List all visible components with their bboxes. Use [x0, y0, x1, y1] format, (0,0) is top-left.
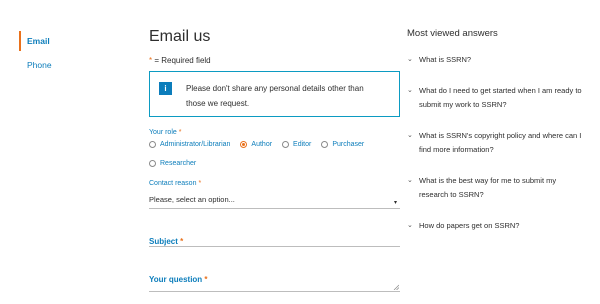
email-form: Email us * = Required field i Please don… [149, 26, 400, 292]
privacy-info-box: i Please don't share any personal detail… [149, 71, 400, 117]
required-star: * [178, 129, 182, 136]
nav-item-email[interactable]: Email [19, 31, 99, 51]
role-radio-editor[interactable]: Editor [282, 141, 311, 148]
radio-label[interactable]: Author [251, 141, 272, 148]
contact-reason-label: Contact reason * [149, 179, 400, 188]
chevron-down-icon[interactable]: ⌄ [407, 129, 419, 157]
role-radio-author[interactable]: Author [240, 141, 272, 148]
role-label: Your role * [149, 128, 400, 137]
contact-reason-value[interactable]: Please, select an option... [149, 195, 235, 204]
privacy-info-message: Please don't share any personal details … [186, 84, 364, 108]
radio-label[interactable]: Administrator/Librarian [160, 141, 230, 148]
faq-item[interactable]: ⌄ What is SSRN? [407, 53, 587, 67]
required-field-note: * = Required field [149, 56, 400, 65]
faq-item[interactable]: ⌄ What do I need to get started when I a… [407, 84, 587, 112]
faq-item-text[interactable]: How do papers get on SSRN? [419, 219, 587, 233]
role-label-text: Your role [149, 129, 177, 136]
radio-circle-icon[interactable] [149, 141, 156, 148]
resize-grip-icon[interactable] [393, 284, 399, 290]
radio-circle-icon[interactable] [149, 160, 156, 167]
required-star: * [180, 237, 184, 246]
faq-item[interactable]: ⌄ What is the best way for me to submit … [407, 174, 587, 202]
page-title: Email us [149, 28, 211, 45]
contact-reason-select[interactable]: Please, select an option... ▾ [149, 193, 400, 209]
faq-item-text[interactable]: What do I need to get started when I am … [419, 84, 587, 112]
required-star: * [198, 180, 202, 187]
radio-circle-icon[interactable] [282, 141, 290, 148]
role-radio-researcher[interactable]: Researcher [149, 160, 196, 167]
faq-item-text[interactable]: What is SSRN? [419, 53, 587, 67]
most-viewed-answers: Most viewed answers ⌄ What is SSRN? ⌄ Wh… [407, 28, 587, 250]
nav-item-phone[interactable]: Phone [19, 51, 99, 75]
subject-field[interactable]: Subject * [149, 231, 400, 247]
required-note-text: = Required field [154, 56, 211, 65]
question-textarea[interactable]: Your question * [149, 269, 400, 292]
info-icon: i [159, 82, 172, 95]
faq-item-text[interactable]: What is the best way for me to submit my… [419, 174, 587, 202]
role-radio-group: Administrator/Librarian Author Editor Pu… [149, 141, 400, 167]
contact-method-nav: Email Phone [19, 31, 99, 75]
faq-item-text[interactable]: What is SSRN's copyright policy and wher… [419, 129, 587, 157]
required-star: * [204, 275, 208, 284]
subject-label-text: Subject [149, 237, 178, 246]
chevron-down-icon[interactable]: ⌄ [407, 174, 419, 202]
faq-item[interactable]: ⌄ How do papers get on SSRN? [407, 219, 587, 233]
radio-label[interactable]: Purchaser [332, 141, 364, 148]
contact-reason-label-text: Contact reason [149, 180, 197, 187]
chevron-down-icon[interactable]: ⌄ [407, 219, 419, 233]
radio-label[interactable]: Editor [293, 141, 311, 148]
role-radio-administrator-librarian[interactable]: Administrator/Librarian [149, 141, 230, 148]
question-label: Your question * [149, 275, 208, 284]
subject-label: Subject * [149, 237, 183, 246]
question-label-text: Your question [149, 275, 203, 284]
faq-item[interactable]: ⌄ What is SSRN's copyright policy and wh… [407, 129, 587, 157]
role-radio-purchaser[interactable]: Purchaser [321, 141, 364, 148]
chevron-down-icon[interactable]: ⌄ [407, 84, 419, 112]
chevron-down-icon[interactable]: ⌄ [407, 53, 419, 67]
required-star: * [149, 56, 153, 65]
radio-label[interactable]: Researcher [160, 160, 196, 167]
dropdown-caret-icon[interactable]: ▾ [394, 196, 397, 210]
radio-circle-selected-icon[interactable] [240, 141, 248, 148]
faq-title: Most viewed answers [407, 28, 498, 39]
radio-circle-icon[interactable] [321, 141, 329, 148]
